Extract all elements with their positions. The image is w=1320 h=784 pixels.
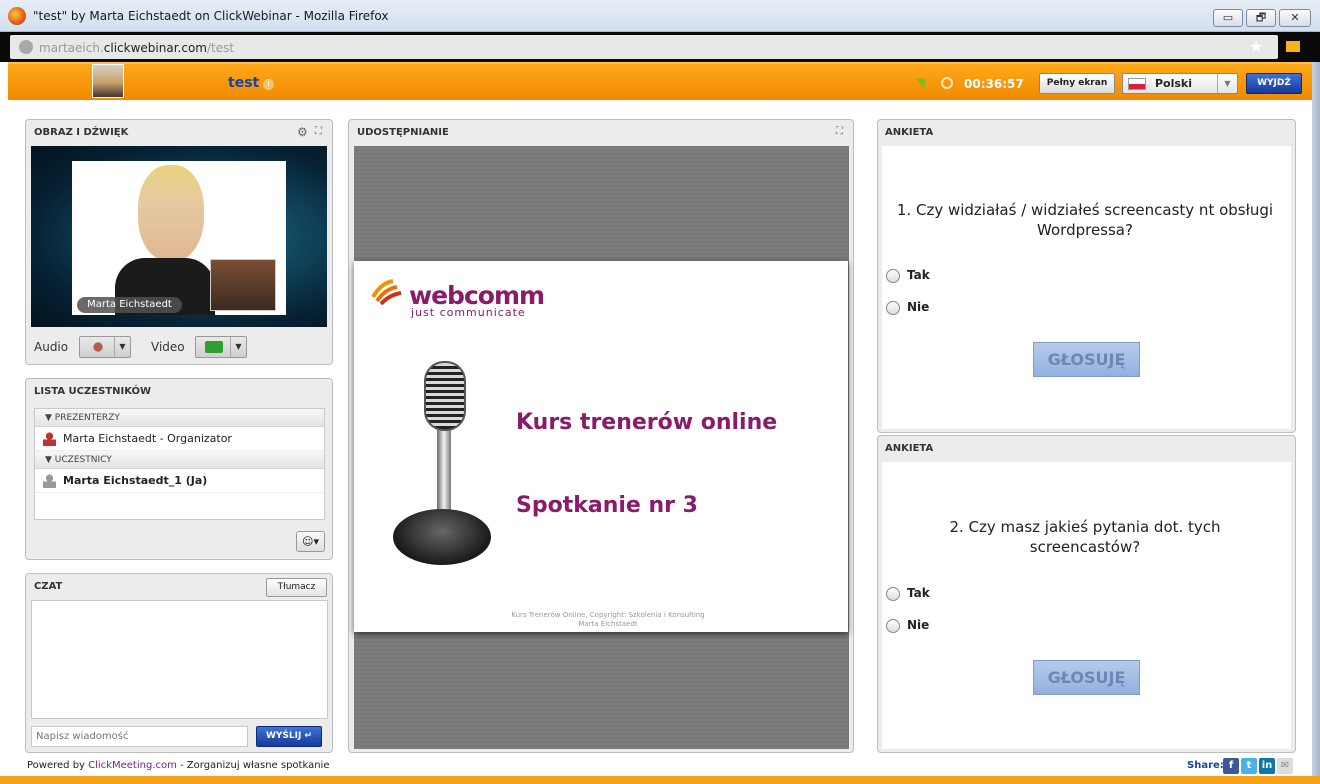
poll-question: 2. Czy masz jakieś pytania dot. tych scr… — [949, 518, 1221, 556]
host-avatar — [92, 64, 124, 98]
language-select[interactable]: Polski ▼ — [1122, 73, 1238, 94]
chevron-down-icon[interactable]: ▼ — [230, 337, 246, 357]
clock-icon — [941, 77, 953, 89]
presenter-face — [138, 165, 204, 261]
meeting-timer: 00:36:57 — [964, 77, 1024, 91]
share-label: Share: — [1187, 760, 1224, 771]
poll-option-label: Nie — [907, 300, 930, 314]
chevron-down-icon: ▼ — [1217, 74, 1237, 93]
vote-button[interactable]: GŁOSUJĘ — [1033, 342, 1140, 377]
group-label: UCZESTNICY — [54, 455, 112, 465]
poll-option-radio[interactable] — [886, 269, 900, 283]
chevron-down-icon[interactable]: ▼ — [114, 337, 130, 357]
meeting-header — [8, 62, 1312, 100]
exit-button[interactable]: WYJDŹ — [1246, 73, 1302, 94]
user-icon — [43, 474, 56, 488]
expand-icon[interactable]: ⛶ — [836, 126, 843, 137]
collapse-icon: ▼ — [45, 455, 55, 465]
minimize-button[interactable]: ▭ — [1213, 9, 1243, 27]
url-path: /test — [206, 41, 235, 55]
poll-body — [882, 462, 1291, 749]
participant-name: Marta Eichstaedt - Organizator — [63, 432, 232, 445]
scrollbar[interactable] — [1312, 62, 1320, 776]
url-prefix: martaeich. — [39, 41, 104, 55]
url-domain: clickwebinar.com — [103, 41, 207, 55]
twitter-icon[interactable]: t — [1241, 758, 1257, 774]
bookmark-star-icon[interactable]: ★ — [1249, 37, 1263, 56]
poland-flag-icon — [1128, 78, 1146, 90]
rss-icon[interactable] — [1286, 41, 1300, 52]
audio-label: Audio — [34, 340, 69, 354]
powered-prefix: Powered by — [27, 760, 89, 771]
gear-icon[interactable]: ⚙ — [297, 125, 308, 139]
microphone-muted-icon — [89, 341, 107, 353]
maximize-button[interactable]: 🗗 — [1246, 9, 1276, 27]
language-label: Polski — [1155, 77, 1193, 90]
email-icon[interactable]: ✉ — [1277, 758, 1293, 774]
list-item[interactable]: Marta Eichstaedt_1 (Ja) — [35, 469, 324, 493]
vote-button[interactable]: GŁOSUJĘ — [1033, 660, 1140, 695]
enter-icon: ↵ — [304, 731, 313, 741]
poll-title: ANKIETA — [885, 127, 934, 138]
chat-messages — [31, 600, 328, 719]
send-label: WYŚLIJ — [265, 731, 302, 741]
chat-panel-title: CZAT — [34, 581, 63, 592]
poll-option-label: Tak — [907, 586, 930, 600]
info-icon[interactable]: i — [263, 79, 274, 90]
slide-heading-1: Kurs trenerów online — [516, 410, 778, 435]
poll-option-label: Nie — [907, 618, 930, 632]
group-header-presenters[interactable]: ▼ PREZENTERZY — [35, 409, 324, 427]
participant-name: Marta Eichstaedt_1 (Ja) — [63, 474, 208, 487]
participants-panel-title: LISTA UCZESTNIKÓW — [34, 386, 152, 397]
video-panel-title: OBRAZ I DŹWIĘK — [34, 127, 129, 138]
participants-list: ▼ PREZENTERZY Marta Eichstaedt - Organiz… — [34, 408, 325, 520]
presenter-user-icon — [43, 432, 56, 446]
slide-logo-tagline: just communicate — [411, 306, 526, 319]
list-item[interactable]: Marta Eichstaedt - Organizator — [35, 427, 324, 451]
close-button[interactable]: ✕ — [1279, 9, 1311, 27]
linkedin-icon[interactable]: in — [1259, 758, 1275, 774]
slide-footer: Kurs Trenerów Online, Copyright: Szkolen… — [511, 611, 705, 628]
window-title: "test" by Marta Eichstaedt on ClickWebin… — [33, 9, 389, 23]
poll-option-label: Tak — [907, 268, 930, 282]
audio-button[interactable]: ▼ — [79, 336, 131, 358]
fullscreen-button[interactable]: Pełny ekran — [1039, 73, 1115, 94]
firefox-icon — [8, 7, 26, 25]
connection-icon: ◥ — [915, 76, 925, 91]
poll-title: ANKIETA — [885, 443, 934, 454]
microphone-stand — [437, 430, 451, 520]
poll-option-radio[interactable] — [886, 619, 900, 633]
meeting-title: test — [228, 75, 260, 91]
url-text[interactable]: martaeich.clickwebinar.com/test — [39, 41, 234, 55]
send-button[interactable]: WYŚLIJ ↵ — [256, 726, 322, 747]
chat-message-input[interactable] — [31, 726, 248, 747]
group-label: PREZENTERZY — [54, 413, 120, 423]
poll-option-radio[interactable] — [886, 301, 900, 315]
expand-icon[interactable]: ⛶ — [315, 126, 322, 137]
video-button[interactable]: ▼ — [195, 336, 247, 358]
translate-button[interactable]: Tłumacz — [266, 578, 327, 597]
webcomm-logo-icon — [371, 279, 402, 305]
poll-body — [882, 146, 1291, 429]
self-view-thumbnail — [210, 259, 276, 311]
microphone-icon — [424, 361, 466, 431]
site-identity-icon[interactable] — [19, 40, 33, 54]
collapse-icon: ▼ — [45, 413, 55, 423]
slide-heading-2: Spotkanie nr 3 — [516, 493, 698, 518]
facebook-icon[interactable]: f — [1223, 758, 1239, 774]
powered-suffix: - Zorganizuj własne spotkanie — [176, 760, 330, 771]
bottom-strip — [0, 776, 1320, 784]
presenter-name-label: Marta Eichstaedt — [77, 297, 182, 313]
camera-icon — [205, 341, 223, 353]
video-label: Video — [151, 340, 185, 354]
powered-by-text: Powered by ClickMeeting.com - Zorganizuj… — [27, 760, 329, 771]
poll-option-radio[interactable] — [886, 587, 900, 601]
clickmeeting-link[interactable]: ClickMeeting.com — [88, 760, 177, 771]
emoji-button[interactable]: ☺▾ — [296, 531, 325, 552]
poll-question: 1. Czy widziałaś / widziałeś screencasty… — [896, 201, 1274, 239]
group-header-attendees[interactable]: ▼ UCZESTNICY — [35, 451, 324, 469]
sharing-panel-title: UDOSTĘPNIANIE — [357, 127, 449, 138]
microphone-base — [393, 509, 491, 565]
